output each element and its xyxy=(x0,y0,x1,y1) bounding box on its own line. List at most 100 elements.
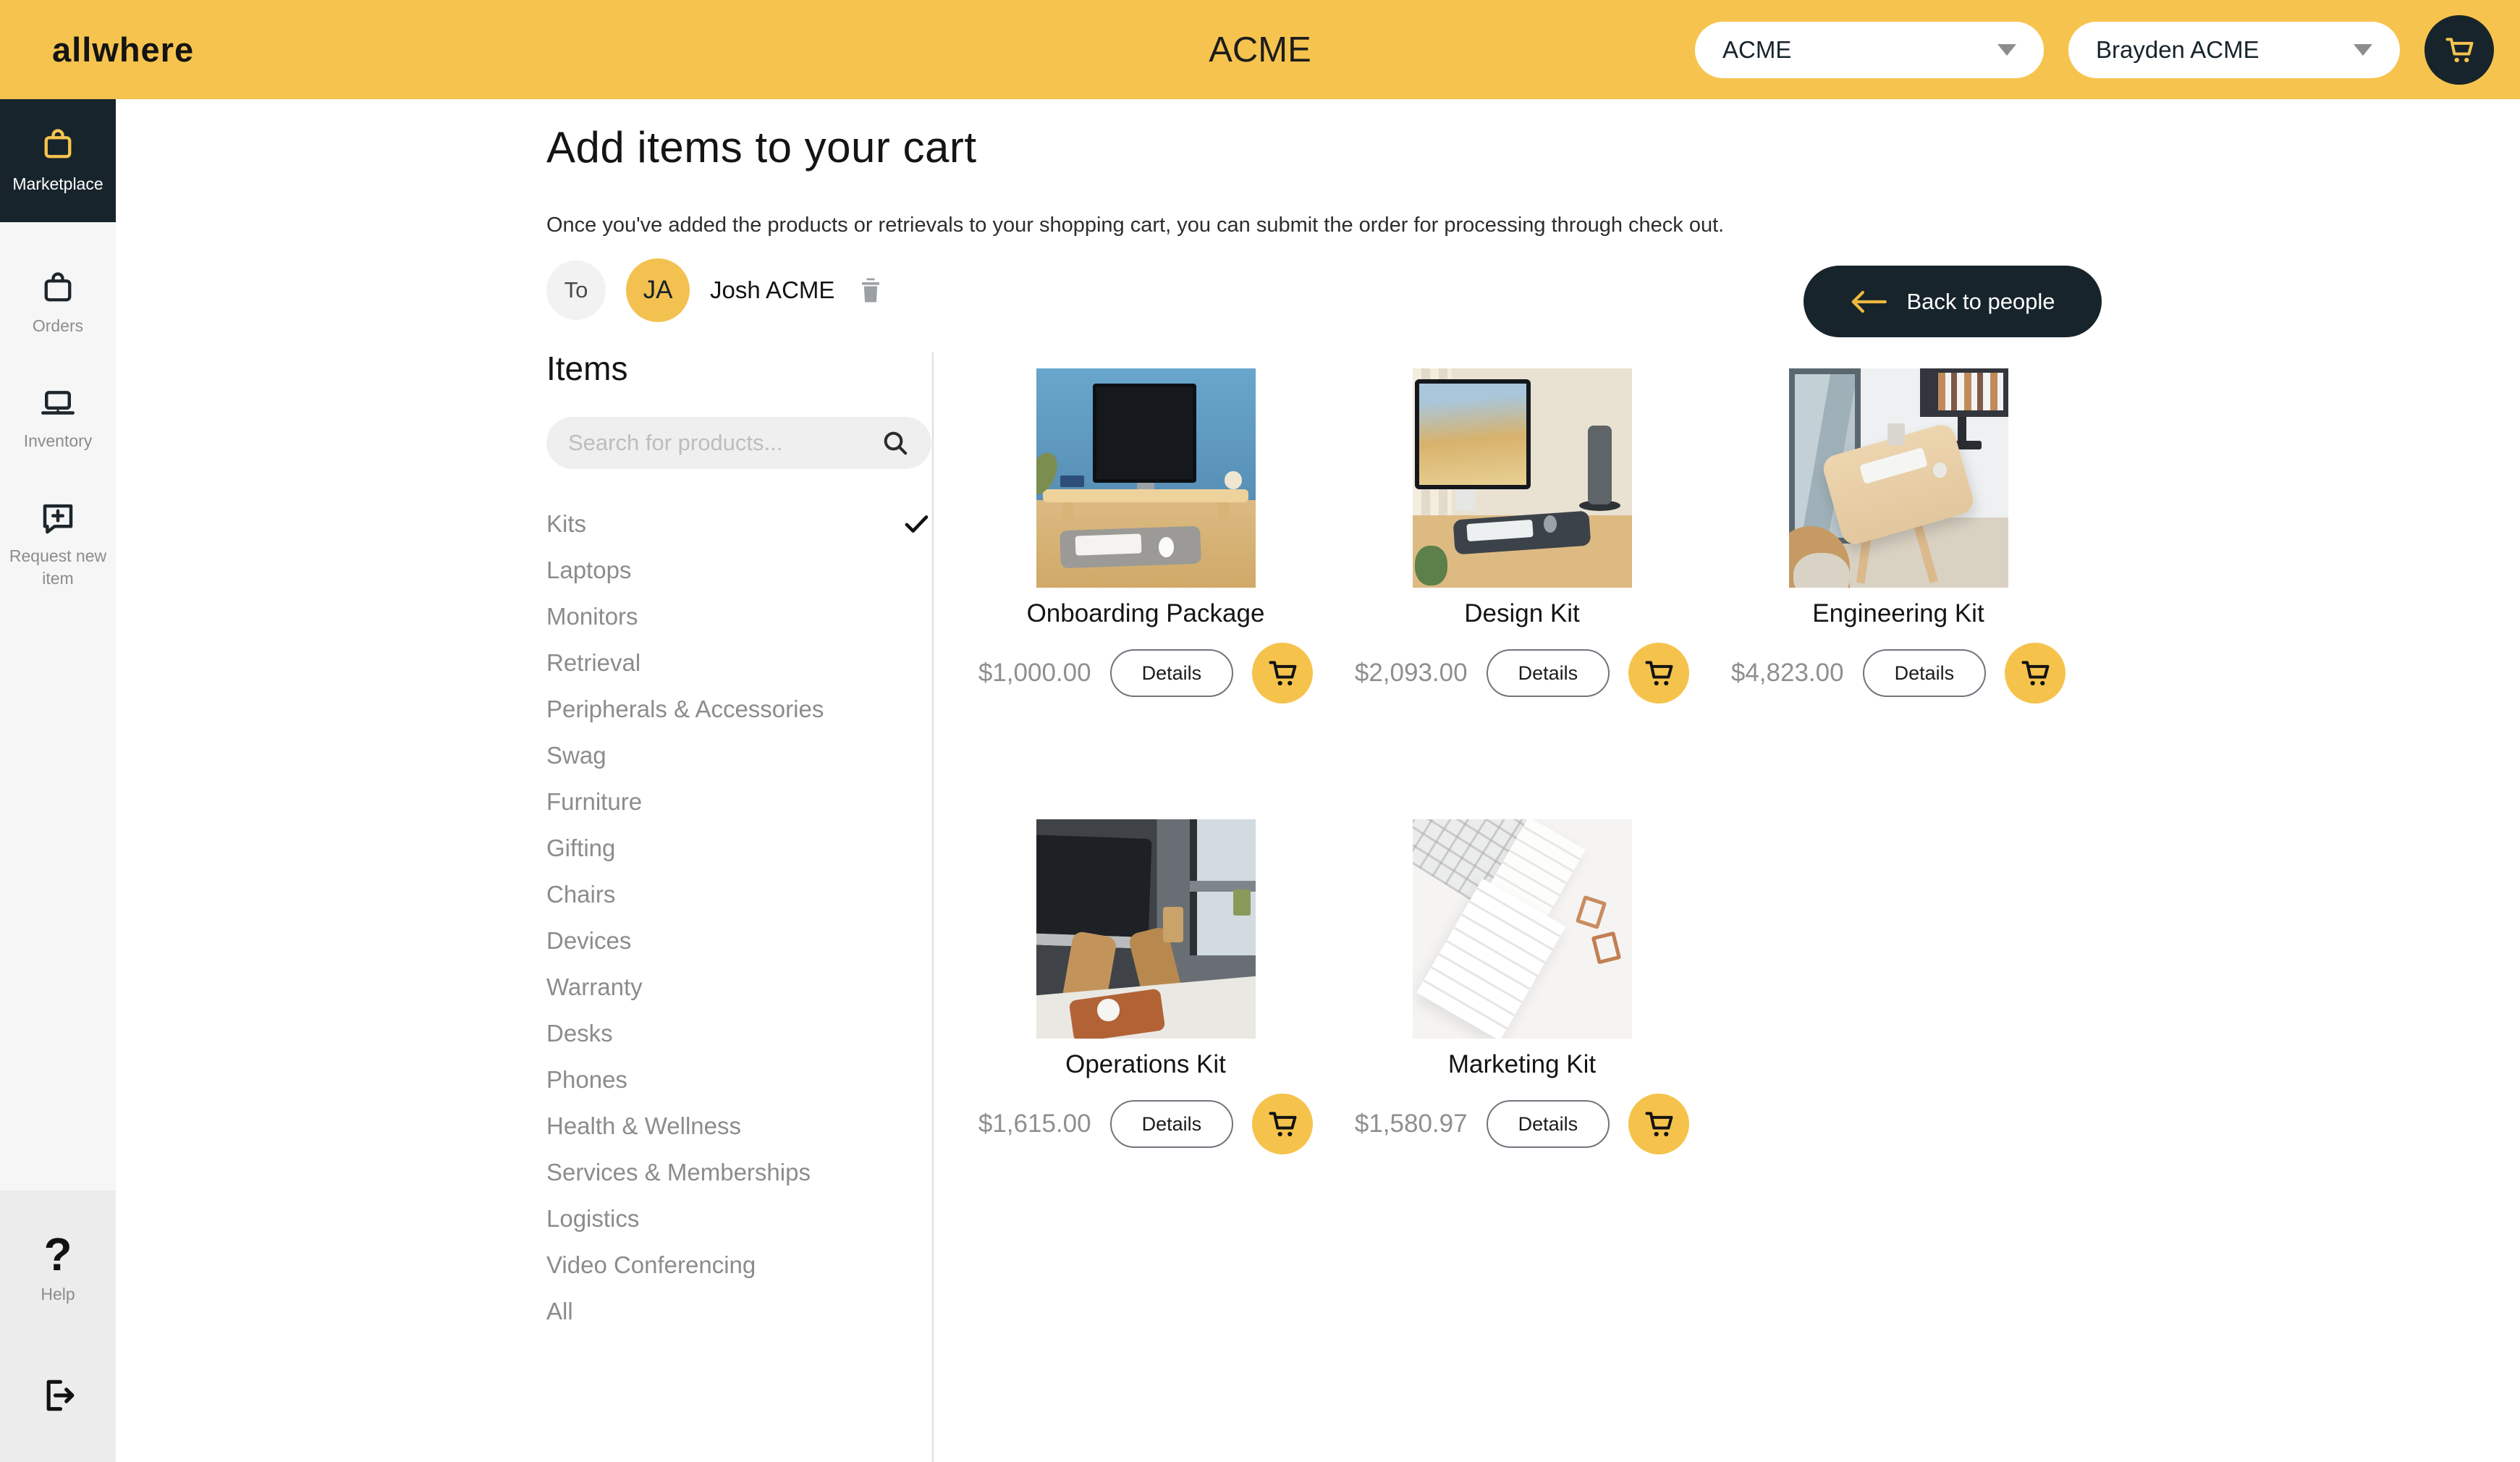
product-price: $4,823.00 xyxy=(1731,659,1844,688)
page-subtitle: Once you've added the products or retrie… xyxy=(546,214,1724,237)
items-panel: Items Kits Laptops Monitors Retrieval Pe… xyxy=(546,349,931,1335)
category-item-kits[interactable]: Kits xyxy=(546,501,931,547)
category-item[interactable]: Logistics xyxy=(546,1196,931,1242)
product-name: Engineering Kit xyxy=(1812,599,1984,628)
add-to-cart-button[interactable] xyxy=(1252,1094,1313,1154)
allwhere-logo[interactable]: allwhere xyxy=(52,30,194,69)
sidebar-item-inventory[interactable]: Inventory xyxy=(4,384,112,452)
cart-icon xyxy=(1643,1108,1675,1140)
category-label: Services & Memberships xyxy=(546,1159,811,1186)
category-item[interactable]: Furniture xyxy=(546,779,931,825)
cart-button[interactable] xyxy=(2424,15,2494,85)
sidebar-item-orders[interactable]: Orders xyxy=(4,269,112,337)
product-image[interactable] xyxy=(1413,368,1632,588)
to-label-chip: To xyxy=(546,261,606,320)
add-to-cart-button[interactable] xyxy=(2005,643,2066,703)
details-button[interactable]: Details xyxy=(1487,649,1610,697)
category-item[interactable]: Video Conferencing xyxy=(546,1242,931,1288)
recipient-name: Josh ACME xyxy=(710,276,834,304)
category-label: Warranty xyxy=(546,973,643,1001)
product-name: Design Kit xyxy=(1464,599,1580,628)
category-label: Devices xyxy=(546,927,631,955)
category-item[interactable]: Warranty xyxy=(546,964,931,1010)
sidebar-footer: ? Help xyxy=(0,1191,116,1462)
category-label: Peripherals & Accessories xyxy=(546,696,824,723)
category-item[interactable]: Monitors xyxy=(546,593,931,640)
sidebar-item-label: Request new item xyxy=(4,545,112,590)
category-item[interactable]: All xyxy=(546,1288,931,1335)
product-image[interactable] xyxy=(1036,819,1256,1039)
search-icon[interactable] xyxy=(881,428,910,457)
sidebar-item-help[interactable]: ? Help xyxy=(41,1231,75,1306)
recipient-row: To JA Josh ACME xyxy=(546,258,887,322)
product-search xyxy=(546,417,931,469)
category-item[interactable]: Retrieval xyxy=(546,640,931,686)
logout-icon[interactable] xyxy=(38,1375,78,1416)
request-bubble-plus-icon xyxy=(38,499,77,538)
category-label: Phones xyxy=(546,1066,627,1094)
add-to-cart-button[interactable] xyxy=(1628,643,1689,703)
category-label: Logistics xyxy=(546,1205,639,1233)
product-price: $1,615.00 xyxy=(978,1110,1091,1138)
panel-divider xyxy=(932,352,934,1462)
category-item[interactable]: Swag xyxy=(546,732,931,779)
category-item[interactable]: Devices xyxy=(546,918,931,964)
user-dropdown-value: Brayden ACME xyxy=(2096,36,2259,64)
category-item[interactable]: Laptops xyxy=(546,547,931,593)
category-item[interactable]: Gifting xyxy=(546,825,931,871)
product-image[interactable] xyxy=(1036,368,1256,588)
sidebar-item-marketplace[interactable]: Marketplace xyxy=(0,99,116,222)
org-dropdown[interactable]: ACME xyxy=(1695,22,2044,78)
add-to-cart-button[interactable] xyxy=(1252,643,1313,703)
product-image[interactable] xyxy=(1789,368,2008,588)
chevron-down-icon xyxy=(2354,44,2372,56)
product-card: Operations Kit $1,615.00 Details xyxy=(976,819,1316,1154)
cart-icon xyxy=(2443,34,2475,66)
category-item[interactable]: Services & Memberships xyxy=(546,1149,931,1196)
product-image[interactable] xyxy=(1413,819,1632,1039)
product-card: Design Kit $2,093.00 Details xyxy=(1352,368,1692,703)
category-label: Desks xyxy=(546,1020,613,1047)
search-input[interactable] xyxy=(568,430,881,456)
trash-icon[interactable] xyxy=(855,274,887,306)
main-content: Add items to your cart Once you've added… xyxy=(116,99,2520,1462)
category-item[interactable]: Chairs xyxy=(546,871,931,918)
category-item[interactable]: Peripherals & Accessories xyxy=(546,686,931,732)
category-item[interactable]: Desks xyxy=(546,1010,931,1057)
sidebar: Marketplace Orders Inventory Request new… xyxy=(0,99,116,1462)
product-name: Operations Kit xyxy=(1065,1050,1226,1079)
sidebar-item-label: Inventory xyxy=(24,430,93,452)
category-item[interactable]: Health & Wellness xyxy=(546,1103,931,1149)
details-button[interactable]: Details xyxy=(1110,649,1234,697)
back-button-label: Back to people xyxy=(1906,289,2055,315)
details-button[interactable]: Details xyxy=(1110,1100,1234,1148)
cart-icon xyxy=(1643,657,1675,689)
product-card: Onboarding Package $1,000.00 Details xyxy=(976,368,1316,703)
orders-bag-icon xyxy=(38,269,77,308)
category-label: Furniture xyxy=(546,788,642,816)
category-label: Monitors xyxy=(546,603,638,630)
left-arrow-icon xyxy=(1850,289,1887,315)
category-label: Retrieval xyxy=(546,649,640,677)
details-button[interactable]: Details xyxy=(1487,1100,1610,1148)
category-label: Swag xyxy=(546,742,606,769)
product-price: $2,093.00 xyxy=(1355,659,1468,688)
sidebar-item-request-new-item[interactable]: Request new item xyxy=(4,499,112,590)
category-label: Chairs xyxy=(546,881,615,908)
product-card: Engineering Kit $4,823.00 Details xyxy=(1728,368,2068,703)
category-label: Health & Wellness xyxy=(546,1112,741,1140)
company-title: ACME xyxy=(1209,30,1311,70)
add-to-cart-button[interactable] xyxy=(1628,1094,1689,1154)
category-list: Kits Laptops Monitors Retrieval Peripher… xyxy=(546,501,931,1335)
sidebar-item-label: Orders xyxy=(33,315,83,337)
user-dropdown[interactable]: Brayden ACME xyxy=(2068,22,2400,78)
shopping-bag-icon xyxy=(38,125,77,164)
items-panel-title: Items xyxy=(546,349,931,388)
details-button[interactable]: Details xyxy=(1863,649,1987,697)
question-mark-icon: ? xyxy=(43,1231,72,1277)
back-to-people-button[interactable]: Back to people xyxy=(1804,266,2102,337)
avatar: JA xyxy=(626,258,690,322)
page-title: Add items to your cart xyxy=(546,122,977,172)
category-label: Video Conferencing xyxy=(546,1251,756,1279)
category-item[interactable]: Phones xyxy=(546,1057,931,1103)
